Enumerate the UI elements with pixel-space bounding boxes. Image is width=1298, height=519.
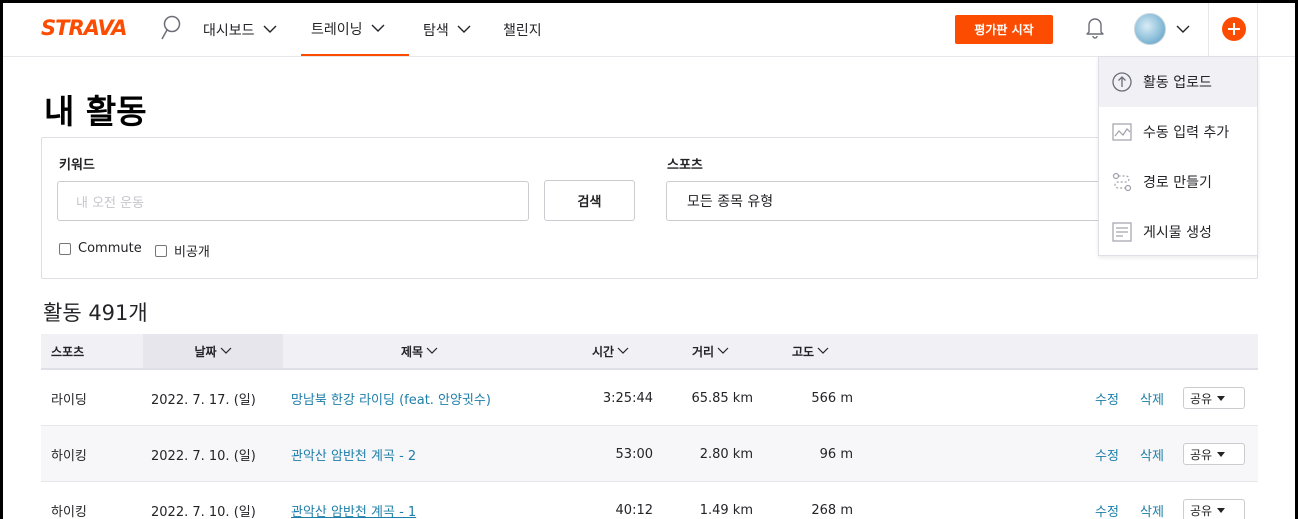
nav-explore[interactable]: 탐색	[423, 3, 471, 56]
search-button[interactable]: 검색	[544, 180, 635, 221]
sort-chevron-icon	[717, 347, 729, 354]
top-nav: STRAVA 대시보드 트레이닝 탐색 챌린지 평가판 시작	[3, 3, 1295, 57]
cell-elevation: 566 m	[811, 390, 853, 406]
cell-sport: 하이킹	[51, 448, 87, 464]
header-time[interactable]: 시간	[592, 334, 629, 368]
table-row: 하이킹 2022. 7. 10. (일) 관악산 암반천 계곡 - 2 53:0…	[41, 426, 1258, 482]
menu-item-create-post[interactable]: 게시물 생성	[1099, 207, 1257, 257]
header-date[interactable]: 날짜	[143, 334, 283, 368]
page-title: 내 활동	[44, 92, 147, 131]
plus-icon	[1222, 17, 1246, 41]
sort-chevron-icon	[426, 347, 438, 354]
header-sport[interactable]: 스포츠	[51, 334, 84, 368]
edit-link[interactable]: 수정	[1095, 426, 1119, 482]
menu-item-manual-entry[interactable]: 수동 입력 추가	[1099, 107, 1257, 157]
sport-label: 스포츠	[667, 158, 703, 173]
sort-chevron-icon	[617, 347, 629, 354]
header-distance[interactable]: 거리	[692, 334, 729, 368]
nav-training[interactable]: 트레이닝	[301, 3, 409, 56]
edit-link[interactable]: 수정	[1095, 482, 1119, 519]
edit-link[interactable]: 수정	[1095, 370, 1119, 426]
cell-sport: 라이딩	[51, 392, 87, 408]
activity-title-link[interactable]: 관악산 암반천 계곡 - 2	[291, 426, 416, 482]
caret-down-icon	[1217, 507, 1226, 513]
table-header: 스포츠 날짜 제목 시간 거리 고도	[41, 334, 1258, 370]
cell-date: 2022. 7. 17. (일)	[151, 392, 256, 408]
post-icon	[1112, 222, 1132, 242]
caret-down-icon	[1217, 395, 1226, 401]
cell-distance: 65.85 km	[691, 390, 753, 406]
keyword-label: 키워드	[59, 158, 95, 173]
activity-title-link[interactable]: 관악산 암반천 계곡 - 1	[291, 482, 416, 519]
header-title[interactable]: 제목	[401, 334, 438, 368]
share-dropdown-button[interactable]: 공유	[1183, 443, 1245, 465]
menu-item-upload-activity[interactable]: 활동 업로드	[1099, 57, 1257, 107]
add-activity-dropdown: 활동 업로드 수동 입력 추가 경로 만들기 게시물 생성	[1098, 56, 1258, 256]
cell-elevation: 96 m	[819, 446, 853, 462]
chevron-down-icon[interactable]	[1176, 25, 1190, 34]
bell-icon[interactable]	[1084, 15, 1106, 39]
checkbox-box[interactable]	[155, 244, 167, 257]
avatar[interactable]	[1134, 13, 1166, 45]
chevron-down-icon	[371, 24, 385, 32]
delete-link[interactable]: 삭제	[1140, 482, 1164, 519]
cell-sport: 하이킹	[51, 504, 87, 519]
delete-link[interactable]: 삭제	[1140, 370, 1164, 426]
commute-checkbox[interactable]: Commute	[59, 241, 142, 256]
chevron-down-icon	[457, 25, 471, 33]
keyword-input[interactable]: 내 오전 운동	[57, 181, 529, 221]
app-frame: STRAVA 대시보드 트레이닝 탐색 챌린지 평가판 시작 활동 업로드 수동…	[0, 0, 1298, 519]
sort-chevron-icon	[817, 347, 829, 354]
share-dropdown-button[interactable]: 공유	[1183, 387, 1245, 409]
cell-time: 53:00	[615, 446, 653, 462]
nav-dashboard[interactable]: 대시보드	[203, 3, 277, 56]
activity-title-link[interactable]: 망남북 한강 라이딩 (feat. 안양귓수)	[291, 370, 491, 426]
cell-date: 2022. 7. 10. (일)	[151, 448, 256, 464]
activity-count: 활동 491개	[43, 301, 148, 325]
sport-type-select[interactable]: 모든 종목 유형	[666, 181, 1106, 221]
manual-entry-icon	[1112, 123, 1132, 141]
checkbox-box[interactable]	[59, 242, 71, 255]
delete-link[interactable]: 삭제	[1140, 426, 1164, 482]
cell-elevation: 268 m	[811, 502, 853, 518]
header-elevation[interactable]: 고도	[792, 334, 829, 368]
upload-icon	[1112, 72, 1132, 92]
route-icon	[1112, 172, 1132, 192]
start-trial-button[interactable]: 평가판 시작	[955, 15, 1053, 44]
share-dropdown-button[interactable]: 공유	[1183, 499, 1245, 519]
chevron-down-icon	[263, 25, 277, 33]
search-icon[interactable]	[160, 15, 182, 41]
nav-challenges[interactable]: 챌린지	[503, 3, 542, 56]
strava-logo[interactable]: STRAVA	[41, 16, 128, 40]
cell-distance: 1.49 km	[699, 502, 753, 518]
cell-date: 2022. 7. 10. (일)	[151, 504, 256, 519]
table-row: 라이딩 2022. 7. 17. (일) 망남북 한강 라이딩 (feat. 안…	[41, 370, 1258, 426]
cell-time: 3:25:44	[602, 390, 653, 406]
add-activity-menu-button[interactable]	[1208, 3, 1258, 57]
caret-down-icon	[1217, 451, 1226, 457]
cell-time: 40:12	[615, 502, 653, 518]
menu-item-create-route[interactable]: 경로 만들기	[1099, 157, 1257, 207]
table-row: 하이킹 2022. 7. 10. (일) 관악산 암반천 계곡 - 1 40:1…	[41, 482, 1258, 519]
sort-chevron-icon	[220, 347, 231, 354]
private-checkbox[interactable]: 비공개	[155, 241, 210, 260]
cell-distance: 2.80 km	[699, 446, 753, 462]
